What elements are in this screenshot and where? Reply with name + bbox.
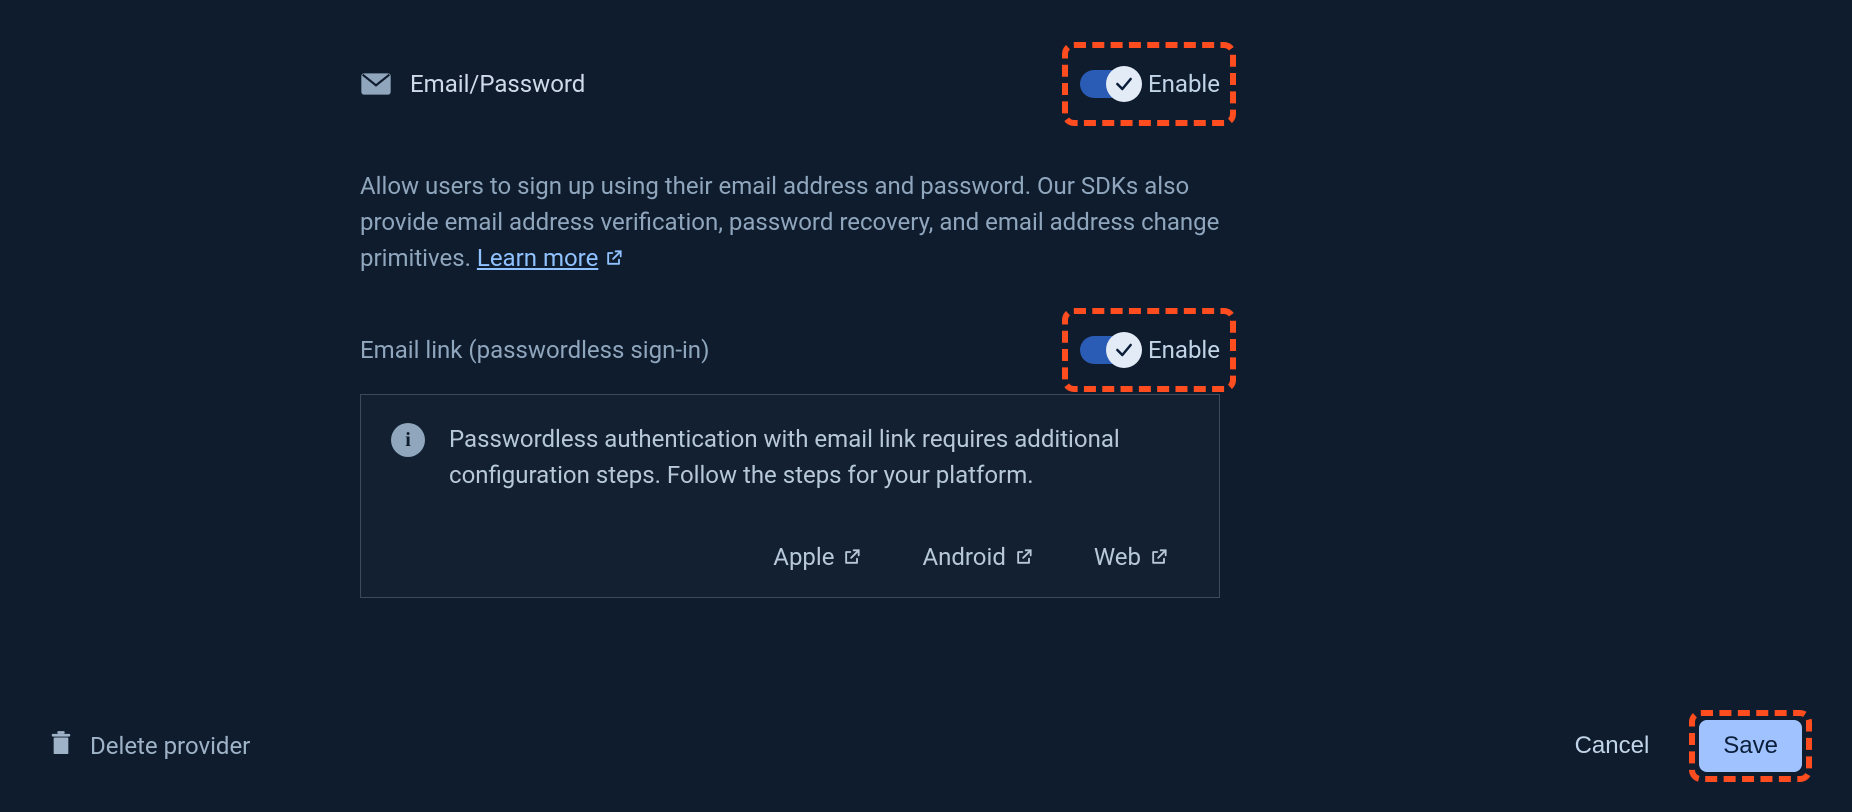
- footer-actions: Cancel Save: [1575, 720, 1802, 772]
- delete-provider-button[interactable]: Delete provider: [50, 730, 250, 762]
- email-link-enable-toggle[interactable]: [1080, 336, 1138, 364]
- email-password-enable-toggle[interactable]: [1080, 70, 1138, 98]
- footer: Delete provider Cancel Save: [50, 720, 1802, 772]
- learn-more-link[interactable]: Learn more: [477, 240, 624, 276]
- email-link-label: Email link (passwordless sign-in): [360, 336, 709, 364]
- email-password-enable-label: Enable: [1148, 70, 1220, 98]
- provider-description: Allow users to sign up using their email…: [360, 168, 1220, 276]
- external-link-icon: [1149, 547, 1169, 567]
- external-link-icon: [842, 547, 862, 567]
- cancel-button[interactable]: Cancel: [1575, 732, 1650, 760]
- email-link-row: Email link (passwordless sign-in) Enable: [360, 336, 1220, 364]
- platform-link-web[interactable]: Web: [1094, 543, 1169, 571]
- external-link-icon: [1014, 547, 1034, 567]
- provider-title-label: Email/Password: [410, 70, 585, 98]
- provider-header: Email/Password Enable: [360, 70, 1220, 98]
- platform-label: Web: [1094, 543, 1141, 571]
- check-icon: [1106, 66, 1142, 102]
- email-password-enable-toggle-group: Enable: [1080, 70, 1220, 98]
- platform-link-apple[interactable]: Apple: [773, 543, 862, 571]
- info-box: i Passwordless authentication with email…: [360, 394, 1220, 598]
- external-link-icon: [604, 248, 624, 268]
- platform-label: Apple: [773, 543, 834, 571]
- save-button-highlight: Save: [1699, 720, 1802, 772]
- info-row: i Passwordless authentication with email…: [391, 421, 1189, 493]
- platform-links: Apple Android: [391, 543, 1189, 571]
- email-link-enable-label: Enable: [1148, 336, 1220, 364]
- email-link-enable-toggle-group: Enable: [1080, 336, 1220, 364]
- check-icon: [1106, 332, 1142, 368]
- platform-label: Android: [922, 543, 1005, 571]
- info-text: Passwordless authentication with email l…: [449, 421, 1189, 493]
- platform-link-android[interactable]: Android: [922, 543, 1033, 571]
- info-icon: i: [391, 423, 425, 457]
- learn-more-label: Learn more: [477, 240, 598, 276]
- save-button[interactable]: Save: [1699, 720, 1802, 772]
- provider-title: Email/Password: [360, 70, 585, 98]
- mail-icon: [360, 72, 392, 96]
- provider-settings-panel: Email/Password Enable Allow users to sig…: [360, 70, 1220, 598]
- trash-icon: [50, 730, 72, 762]
- delete-provider-label: Delete provider: [90, 732, 250, 760]
